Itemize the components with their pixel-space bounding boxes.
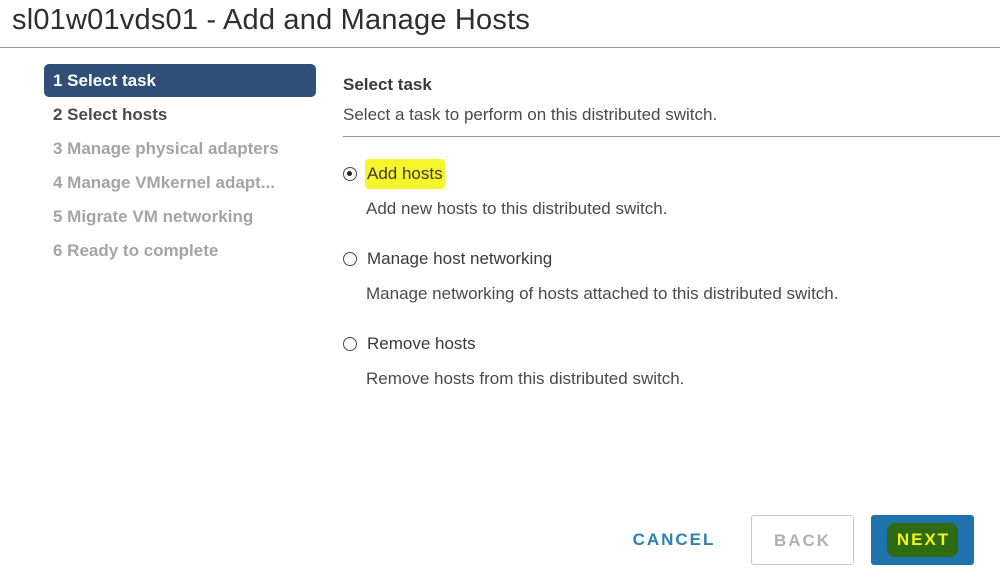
option-manage-host-networking-description: Manage networking of hosts attached to t… [366,284,839,303]
cancel-button[interactable]: CANCEL [622,515,726,565]
back-button: BACK [751,515,854,565]
option-remove-hosts[interactable]: Remove hosts Remove hosts from this dist… [343,329,684,394]
radio-add-hosts[interactable] [343,167,357,181]
option-add-hosts-label[interactable]: Add hosts [365,159,445,189]
radio-manage-host-networking[interactable] [343,252,357,266]
title-divider [0,47,1000,48]
option-add-hosts[interactable]: Add hosts Add new hosts to this distribu… [343,159,667,224]
content-heading: Select task [343,75,432,94]
radio-remove-hosts[interactable] [343,337,357,351]
option-manage-host-networking-row[interactable]: Manage host networking [343,244,838,274]
step-select-hosts[interactable]: 2 Select hosts [44,98,316,132]
option-add-hosts-row[interactable]: Add hosts [343,159,667,189]
task-content-panel: Select task Select a task to perform on … [343,70,1000,388]
option-remove-hosts-description: Remove hosts from this distributed switc… [366,369,685,388]
content-description: Select a task to perform on this distrib… [343,105,718,124]
step-manage-vmkernel-adapters: 4 Manage VMkernel adapt... [53,173,276,192]
option-manage-host-networking-label[interactable]: Manage host networking [365,244,554,274]
wizard-steps-nav: 1 Select task 2 Select hosts 3 Manage ph… [44,64,316,268]
step-select-task[interactable]: 1 Select task [44,64,316,97]
add-manage-hosts-wizard: sl01w01vds01 - Add and Manage Hosts 1 Se… [0,0,1000,583]
step-manage-physical-adapters: 3 Manage physical adapters [53,139,279,158]
option-remove-hosts-label[interactable]: Remove hosts [365,329,478,359]
wizard-title: sl01w01vds01 - Add and Manage Hosts [12,4,531,36]
content-divider [343,136,1000,137]
step-ready-to-complete: 6 Ready to complete [53,241,219,260]
next-button[interactable]: NEXT [871,515,974,565]
option-remove-hosts-row[interactable]: Remove hosts [343,329,684,359]
option-manage-host-networking[interactable]: Manage host networking Manage networking… [343,244,838,309]
option-add-hosts-description: Add new hosts to this distributed switch… [366,199,668,218]
next-button-label[interactable]: NEXT [886,523,959,557]
step-migrate-vm-networking: 5 Migrate VM networking [53,207,254,226]
